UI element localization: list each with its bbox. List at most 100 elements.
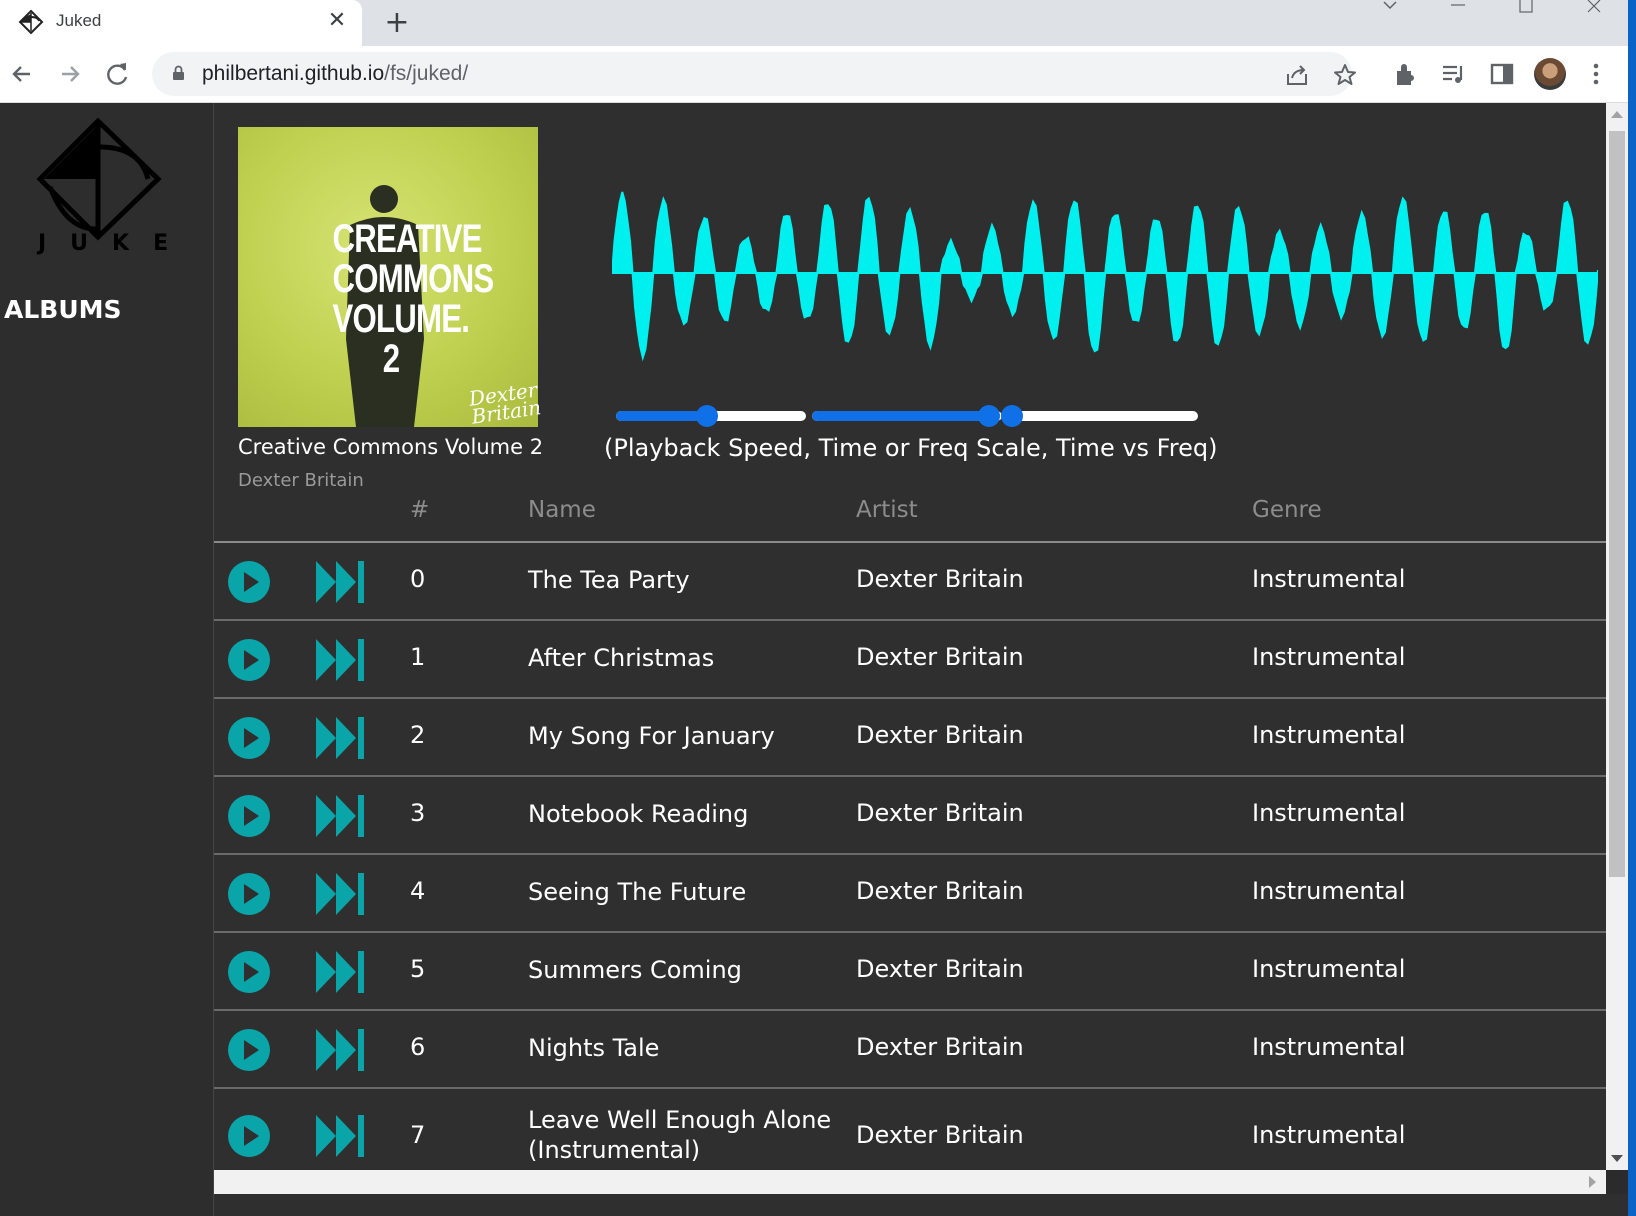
skip-next-icon[interactable]	[316, 639, 366, 681]
bookmark-star-icon[interactable]	[1332, 62, 1358, 88]
track-number: 6	[410, 1033, 426, 1061]
album-artist: Dexter Britain	[238, 470, 364, 491]
track-name: After Christmas	[528, 644, 715, 672]
track-genre: Instrumental	[1252, 955, 1406, 983]
header-artist[interactable]: Artist	[856, 497, 918, 523]
track-artist: Dexter Britain	[856, 565, 1024, 593]
maximize-icon[interactable]	[1506, 0, 1546, 16]
scroll-up-icon[interactable]	[1611, 111, 1623, 118]
track-artist: Dexter Britain	[856, 1033, 1024, 1061]
header-name[interactable]: Name	[528, 497, 596, 523]
main-content: CREATIVE COMMONS VOLUME. 2 Dexter Britai…	[214, 103, 1606, 1170]
track-name: The Tea Party	[528, 566, 690, 594]
vertical-scrollbar[interactable]	[1606, 103, 1628, 1170]
scroll-right-icon[interactable]	[1589, 1176, 1596, 1188]
url-path: /fs/juked/	[384, 62, 469, 85]
logo-text: JUKE	[38, 231, 193, 256]
track-number: 3	[410, 799, 426, 827]
track-artist: Dexter Britain	[856, 955, 1024, 983]
scroll-thumb[interactable]	[1609, 131, 1625, 877]
juke-favicon-icon	[18, 9, 44, 35]
album-title: Creative Commons Volume 2	[238, 435, 544, 459]
cover-title: CREATIVE COMMONS VOLUME. 2	[332, 217, 495, 381]
play-circle-icon[interactable]	[228, 1029, 270, 1071]
side-panel-icon[interactable]	[1488, 60, 1516, 88]
play-circle-icon[interactable]	[228, 561, 270, 603]
track-name: Nights Tale	[528, 1034, 660, 1062]
sidebar: JUKE ALBUMS	[0, 103, 214, 1216]
scroll-down-icon[interactable]	[1611, 1155, 1623, 1162]
play-circle-icon[interactable]	[228, 873, 270, 915]
track-artist: Dexter Britain	[856, 1121, 1024, 1149]
track-row[interactable]: 1 After Christmas Dexter Britain Instrum…	[214, 621, 1606, 699]
track-number: 0	[410, 565, 426, 593]
horizontal-scrollbar[interactable]	[214, 1170, 1606, 1194]
track-number: 2	[410, 721, 426, 749]
play-circle-icon[interactable]	[228, 717, 270, 759]
track-name: Leave Well Enough Alone (Instrumental)	[528, 1106, 832, 1164]
album-cover[interactable]: CREATIVE COMMONS VOLUME. 2 Dexter Britai…	[238, 127, 542, 429]
albums-link[interactable]: ALBUMS	[4, 295, 122, 324]
track-genre: Instrumental	[1252, 799, 1406, 827]
track-genre: Instrumental	[1252, 643, 1406, 671]
browser-tab[interactable]: Juked ✕	[0, 0, 362, 46]
play-circle-icon[interactable]	[228, 951, 270, 993]
track-artist: Dexter Britain	[856, 799, 1024, 827]
new-tab-button[interactable]: +	[380, 6, 414, 40]
skip-next-icon[interactable]	[316, 717, 366, 759]
play-circle-icon[interactable]	[228, 1115, 270, 1157]
media-queue-icon[interactable]	[1440, 60, 1468, 88]
track-row[interactable]: 6 Nights Tale Dexter Britain Instrumenta…	[214, 1011, 1606, 1089]
track-row[interactable]: 2 My Song For January Dexter Britain Ins…	[214, 699, 1606, 777]
play-circle-icon[interactable]	[228, 795, 270, 837]
url-text: philbertani.github.io/fs/juked/	[202, 62, 468, 86]
menu-kebab-icon[interactable]	[1582, 60, 1610, 88]
play-circle-icon[interactable]	[228, 639, 270, 681]
track-number: 5	[410, 955, 426, 983]
extensions-icon[interactable]	[1392, 60, 1420, 88]
track-genre: Instrumental	[1252, 721, 1406, 749]
skip-next-icon[interactable]	[316, 1029, 366, 1071]
reload-icon[interactable]	[98, 54, 138, 94]
skip-next-icon[interactable]	[316, 873, 366, 915]
track-row[interactable]: 3 Notebook Reading Dexter Britain Instru…	[214, 777, 1606, 855]
forward-icon[interactable]	[50, 54, 90, 94]
track-row[interactable]: 7 Leave Well Enough Alone (Instrumental)…	[214, 1089, 1606, 1170]
url-host: philbertani.github.io	[202, 62, 385, 85]
track-number: 7	[410, 1121, 426, 1149]
slider-caption: (Playback Speed, Time or Freq Scale, Tim…	[604, 434, 1218, 462]
window-close-icon[interactable]	[1574, 0, 1614, 16]
minimize-icon[interactable]	[1438, 0, 1478, 16]
back-icon[interactable]	[2, 54, 42, 94]
slider-group	[616, 403, 1236, 433]
skip-next-icon[interactable]	[316, 561, 366, 603]
track-artist: Dexter Britain	[856, 643, 1024, 671]
time-vs-freq-slider[interactable]	[1001, 405, 1198, 427]
track-number: 1	[410, 643, 426, 671]
audio-waveform[interactable]	[612, 183, 1598, 383]
time-freq-scale-slider[interactable]	[812, 405, 1002, 427]
track-name: My Song For January	[528, 722, 775, 750]
tab-search-icon[interactable]	[1370, 0, 1410, 16]
cover-signature: Dexter Britain	[467, 377, 543, 429]
track-genre: Instrumental	[1252, 877, 1406, 905]
skip-next-icon[interactable]	[316, 951, 366, 993]
track-row[interactable]: 5 Summers Coming Dexter Britain Instrume…	[214, 933, 1606, 1011]
header-num: #	[410, 497, 430, 523]
track-artist: Dexter Britain	[856, 721, 1024, 749]
header-genre[interactable]: Genre	[1252, 497, 1322, 523]
share-icon[interactable]	[1284, 62, 1310, 88]
track-row[interactable]: 4 Seeing The Future Dexter Britain Instr…	[214, 855, 1606, 933]
track-name: Notebook Reading	[528, 800, 749, 828]
track-artist: Dexter Britain	[856, 877, 1024, 905]
track-row[interactable]: 0 The Tea Party Dexter Britain Instrumen…	[214, 543, 1606, 621]
lock-icon[interactable]	[172, 65, 185, 81]
skip-next-icon[interactable]	[316, 795, 366, 837]
playback-speed-slider[interactable]	[616, 405, 806, 427]
browser-tabstrip: Juked ✕ +	[0, 0, 1636, 46]
address-bar[interactable]: philbertani.github.io/fs/juked/	[152, 52, 1356, 96]
track-genre: Instrumental	[1252, 1033, 1406, 1061]
tab-close-icon[interactable]: ✕	[324, 8, 350, 34]
profile-avatar[interactable]	[1534, 58, 1566, 90]
skip-next-icon[interactable]	[316, 1115, 366, 1157]
